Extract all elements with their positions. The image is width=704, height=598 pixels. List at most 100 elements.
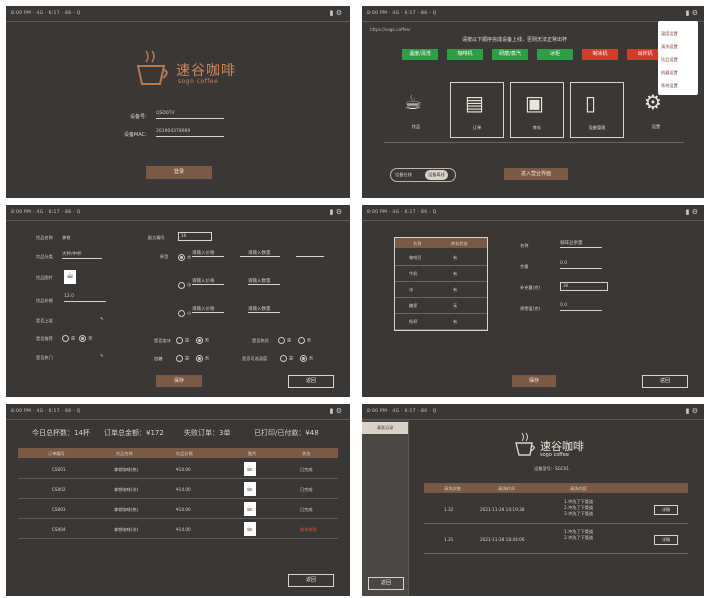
inventory-field-value-2[interactable]: 30	[560, 282, 608, 291]
tile-3[interactable]: ▯ 设备管理	[570, 82, 624, 138]
order-drink-name: 拿铁咖啡(热)	[114, 467, 139, 472]
status-bar: 8:00 PM · 4G · 6:17 · 86 · Q ▮ ⚙	[362, 205, 704, 220]
orders-header-price: 饮品价格	[176, 451, 193, 456]
radio-group-temp[interactable]: 是 否	[280, 355, 313, 362]
inventory-field-value-0[interactable]: 咖啡豆余量	[560, 240, 602, 248]
status-button-0[interactable]: 温度/清洗	[402, 49, 438, 60]
inventory-field-value-1[interactable]: 0.0	[560, 261, 602, 269]
tile-label-0: 饮品	[411, 124, 421, 129]
dropdown-item-1[interactable]: 清洗设置	[661, 44, 678, 50]
table-row[interactable]: 1.32 2021-11-29 14:19:38 1.冲洗了下管道 2.冲洗了下管道 3…	[424, 495, 688, 524]
cup-radio-1[interactable]: 中	[178, 282, 191, 289]
back-button[interactable]: 返回	[368, 577, 404, 590]
device-input[interactable]: QSD0TV	[156, 111, 224, 119]
brand-name-en: sogo coffee	[540, 452, 569, 458]
tile-0[interactable]: ☕ 饮品	[390, 82, 442, 136]
inventory-row[interactable]: 糖浆 无	[395, 299, 487, 314]
table-row[interactable]: CS002 拿铁咖啡(冰) ¥14.00 ☕ 已完成	[18, 480, 338, 499]
radio-group-hot[interactable]: 是 否	[278, 337, 311, 344]
log-header-time: 清洗时间	[498, 486, 515, 491]
radio-group-ice[interactable]: 是 否	[176, 337, 209, 344]
inventory-item-status: 有	[453, 271, 458, 276]
inventory-row[interactable]: 纸杯 有	[395, 315, 487, 330]
table-row[interactable]: CS004 拿铁咖啡(冰) ¥14.00 ☕ 制作失败	[18, 520, 338, 539]
save-button[interactable]: 保存	[156, 375, 202, 387]
cup-field-2[interactable]: 请输入价格	[192, 278, 224, 285]
category-label: 饮品分类	[36, 254, 53, 259]
inventory-row[interactable]: 咖啡豆 有	[395, 251, 487, 266]
mac-input[interactable]: 201904378989	[156, 129, 224, 137]
hot-toggle-icon[interactable]: ✎	[100, 353, 104, 358]
status-bar: 8:00 PM · 4G · 6:17 · 86 · Q ▮ ⚙	[6, 205, 350, 220]
inventory-item-name: 冰	[409, 287, 414, 292]
online-toggle[interactable]: 设备在线 设备离线	[390, 168, 456, 182]
log-content-line: 2.冲洗了下管道	[564, 535, 594, 540]
status-button-4[interactable]: 制冰机	[582, 49, 618, 60]
radio-group-recommend[interactable]: 是 否	[62, 335, 92, 342]
order-id: CS004	[52, 527, 66, 532]
notice-text: 请按以下顺序完成设备上线，否则无法正常出杯	[462, 37, 568, 43]
inventory-item-status: 有	[453, 255, 458, 260]
name-label: 饮品名称	[36, 235, 53, 240]
toggle-right-label: 设备离线	[425, 170, 448, 180]
login-button[interactable]: 登录	[146, 166, 212, 179]
table-row[interactable]: CS001 拿铁咖啡(热) ¥14.00 ☕ 已完成	[18, 460, 338, 479]
inventory-table: 名称 库存状态 咖啡豆有牛奶有冰有糖浆无纸杯有	[394, 237, 488, 331]
radio-label-0: 是否推荐	[36, 336, 53, 341]
order-id: CS002	[52, 487, 66, 492]
cup-radio-0[interactable]: 大	[178, 254, 191, 261]
back-button[interactable]: 返回	[642, 375, 688, 388]
name-value[interactable]: 拿铁	[62, 235, 70, 241]
dropdown-item-2[interactable]: 饮品设置	[661, 57, 678, 63]
tile-1[interactable]: ▤ 订单	[450, 82, 504, 138]
product-image[interactable]: ☕	[64, 270, 76, 284]
status-button-3[interactable]: 冰柜	[537, 49, 573, 60]
log-time: 2021-11-29 14:19:38	[480, 507, 525, 512]
onsale-toggle-icon[interactable]: ✎	[100, 316, 104, 321]
enter-business-button[interactable]: 进入营业界面	[504, 168, 568, 180]
dropdown-item-3[interactable]: 机器设置	[661, 70, 678, 76]
order-image: ☕	[244, 522, 256, 536]
inventory-header-status: 库存状态	[451, 241, 468, 246]
orders-screen: 8:00 PM · 4G · 6:17 · 86 · Q ▮ ⚙ 今日总杯数：1…	[6, 404, 350, 596]
cup-radio-2[interactable]: 小	[178, 310, 191, 317]
inventory-item-name: 纸杯	[409, 319, 418, 324]
recipe-input[interactable]: 16	[178, 232, 212, 241]
status-button-1[interactable]: 咖啡机	[447, 49, 483, 60]
inventory-row[interactable]: 冰有	[395, 283, 487, 298]
cup-field-4[interactable]: 请输入价格	[192, 306, 224, 313]
side-tab-cleaning[interactable]: 清洗记录	[362, 422, 408, 434]
dropdown-item-0[interactable]: 温度设置	[661, 31, 678, 37]
cup-field-0[interactable]: 请输入价格	[192, 250, 224, 257]
cup-field-5[interactable]: 请输入数量	[248, 306, 280, 313]
table-row[interactable]: CS003 拿铁咖啡(热) ¥14.00 ☕ 已完成	[18, 500, 338, 519]
inventory-screen: 8:00 PM · 4G · 6:17 · 86 · Q ▮ ⚙ 名称 库存状态…	[362, 205, 704, 397]
log-detail-button[interactable]: 详情	[654, 535, 678, 545]
settings-dropdown: 温度设置清洗设置饮品设置机器设置系统设置	[658, 21, 698, 95]
inventory-field-value-3[interactable]: 0.0	[560, 303, 602, 311]
log-table-header: 清洗次数 清洗时间 清洗内容	[424, 483, 688, 493]
tile-2[interactable]: ▣ 库存	[510, 82, 564, 138]
price-input[interactable]: 12.0	[64, 294, 106, 302]
cup-option-1: 中	[187, 282, 192, 288]
table-row[interactable]: 1.31 2021-11-28 18:44:06 1.冲洗了下管道 2.冲洗了下管道详…	[424, 525, 688, 554]
status-left: 8:00 PM · 4G · 6:17 · 86 · Q	[11, 210, 81, 215]
coffee-logo-icon	[136, 50, 168, 85]
cup-extra-field-1[interactable]	[296, 250, 324, 257]
coffee-cup-icon: ☕	[246, 484, 254, 493]
orders-header-id: 订单编号	[48, 451, 65, 456]
radio-group-sugar[interactable]: 是 否	[176, 355, 209, 362]
cup-field-3[interactable]: 请输入数量	[248, 278, 280, 285]
inventory-field-label-0: 名称	[520, 243, 529, 248]
save-button[interactable]: 保存	[512, 375, 556, 387]
category-input[interactable]: 大杯/中杯	[62, 251, 102, 259]
back-button[interactable]: 返回	[288, 574, 334, 587]
inventory-row[interactable]: 牛奶 有	[395, 267, 487, 282]
back-button[interactable]: 返回	[288, 375, 334, 388]
status-bar: 8:00 PM · 4G · 6:17 · 86 · Q ▮ ⚙	[6, 6, 350, 21]
cup-field-1[interactable]: 请输入数量	[248, 250, 280, 257]
inventory-field-label-2: 补充量(克)	[520, 285, 541, 290]
status-button-2[interactable]: 研磨/蒸汽	[492, 49, 528, 60]
dropdown-item-4[interactable]: 系统设置	[661, 83, 678, 89]
log-detail-button[interactable]: 详情	[654, 505, 678, 515]
